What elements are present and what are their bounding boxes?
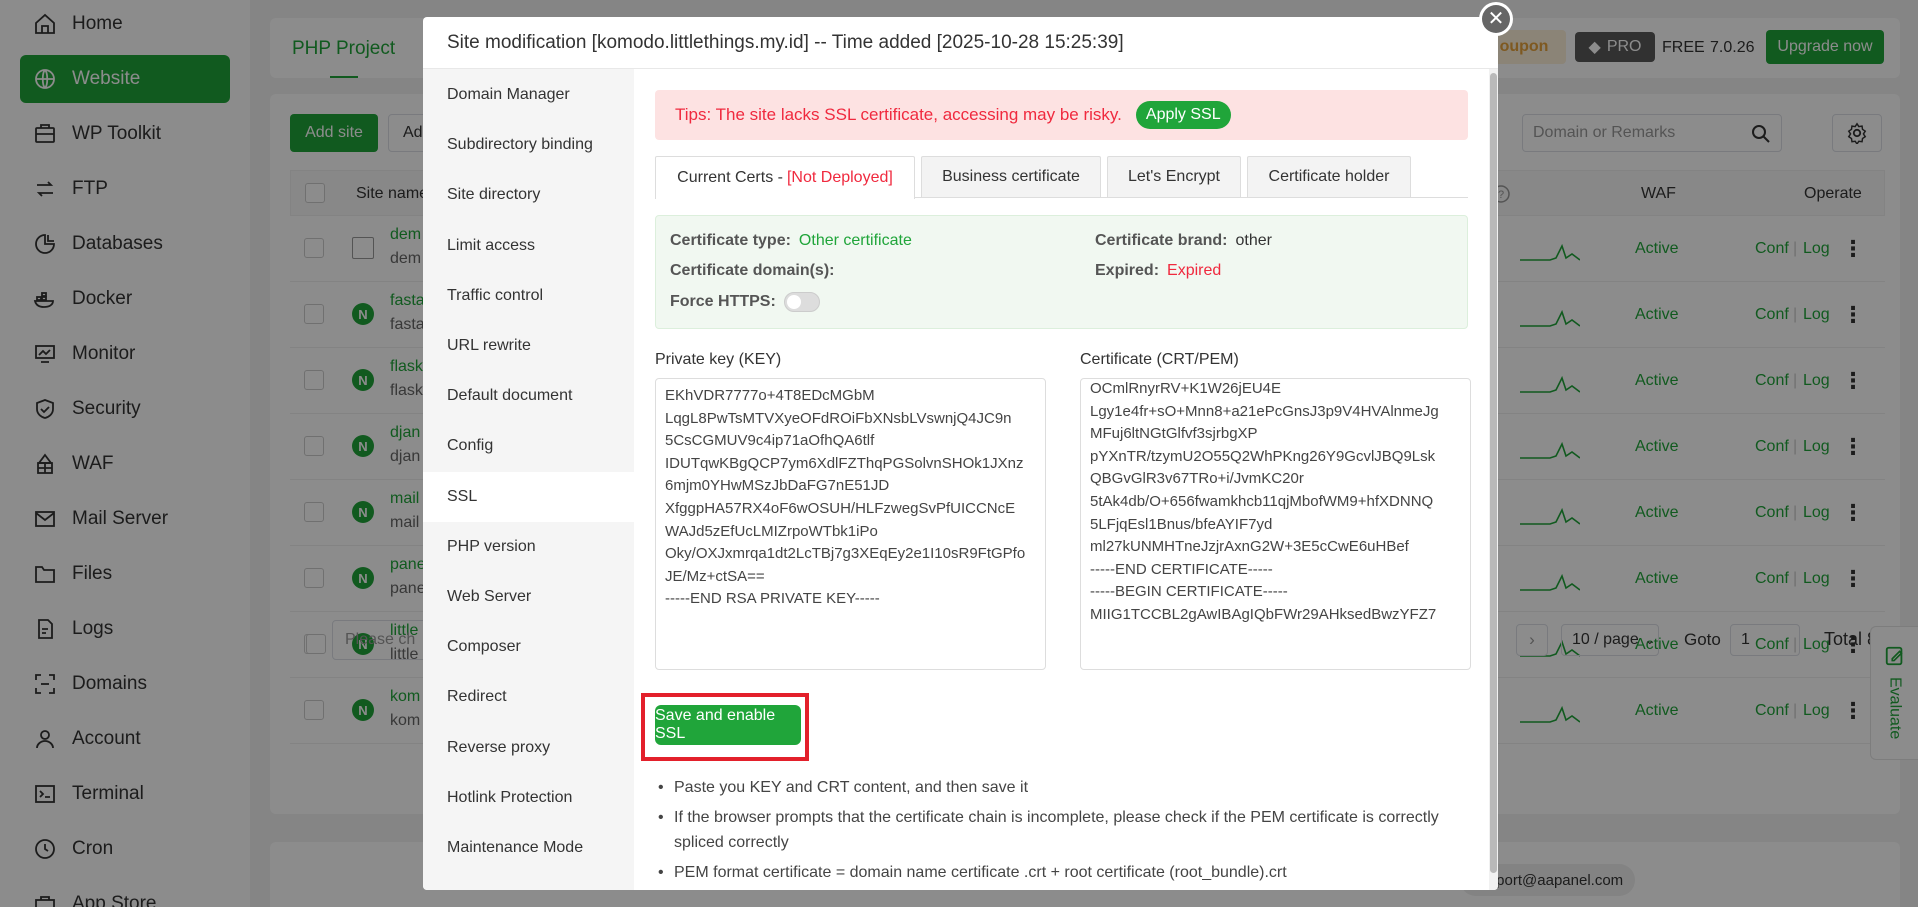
ssl-warning-text: Tips: The site lacks SSL certificate, ac… [675, 105, 1122, 124]
tab-label: Current Certs - [677, 169, 783, 186]
certificate-line: MIIG1TCCBL2gAwIBAgIQbFWr29AHksedBwzYFZ7 [1090, 605, 1437, 623]
help-item: Paste you KEY and CRT content, and then … [656, 775, 1466, 800]
menu-item-traffic-control[interactable]: Traffic control [423, 271, 634, 321]
key-line: IDUTqwKBgQCP7ym6XdlFZThqPGSolvnSHOk1JXnz [665, 454, 1024, 472]
certificate-line: pYXnTR/tzymU2O55Q2WhPKng26Y9GcvlJBQ9Lsk [1090, 447, 1436, 465]
expired-label: Expired: [1095, 262, 1160, 279]
ssl-help-list: Paste you KEY and CRT content, and then … [656, 775, 1466, 890]
ssl-panel: Tips: The site lacks SSL certificate, ac… [634, 69, 1498, 890]
certificate-label: Certificate (CRT/PEM) [1080, 351, 1239, 368]
menu-item-php-version[interactable]: PHP version [423, 522, 634, 572]
certificate-tabs: Current Certs - [Not Deployed] Business … [655, 156, 1468, 199]
save-and-enable-ssl-button[interactable]: Save and enable SSL [655, 705, 801, 745]
menu-item-hotlink-protection[interactable]: Hotlink Protection [423, 773, 634, 823]
dialog-scrollbar-thumb[interactable] [1490, 73, 1497, 873]
certificate-line: MFuj6ltNGtGlfvf3sjrbgXP [1090, 425, 1258, 443]
menu-item-subdirectory-binding[interactable]: Subdirectory binding [423, 120, 634, 170]
certificate-line: -----END CERTIFICATE----- [1090, 560, 1273, 578]
menu-item-domain-manager[interactable]: Domain Manager [423, 70, 634, 120]
apply-ssl-button[interactable]: Apply SSL [1135, 101, 1231, 129]
tab-certificate-holder[interactable]: Certificate holder [1247, 156, 1411, 197]
private-key-textarea[interactable]: EKhVDR7777o+4T8EDcMGbM LqgL8PwTsMTVXyeOFd… [655, 378, 1046, 670]
menu-item-maintenance-mode[interactable]: Maintenance Mode [423, 823, 634, 873]
private-key-label: Private key (KEY) [655, 351, 782, 368]
tab-business-certificate[interactable]: Business certificate [921, 156, 1101, 197]
certificate-line: Lgy1e4fr+sO+Mnn8+a21ePcGnsJ3p9V4HVAlnmeJ… [1090, 402, 1439, 420]
key-line: 6mjm0YHwMSzJbDaFG7nE51JD [665, 477, 890, 495]
expired-value: Expired [1167, 262, 1222, 279]
cert-brand-value: other [1235, 232, 1272, 249]
key-line: JE/Mz+ctSA== [665, 567, 765, 585]
menu-item-config[interactable]: Config [423, 421, 634, 471]
dialog-side-menu: Domain Manager Subdirectory binding Site d… [423, 69, 634, 890]
certificate-line: OCmlRnyrRV+K1W26jEU4E [1090, 380, 1282, 397]
certificate-line: 5tAk4db/O+656fwamkhcb11qjMbofWM9+hfXDNNQ [1090, 492, 1434, 510]
dialog-title: Site modification [komodo.littlethings.m… [423, 17, 1498, 69]
certificate-line: 5LFjqEsl1Bnus/bfeAYIF7yd [1090, 515, 1273, 533]
certificate-line: ml27kUNMHTneJzjrAxnG2W+3E5cCwE6uHBef [1090, 538, 1409, 556]
menu-item-limit-access[interactable]: Limit access [423, 221, 634, 271]
force-https-label: Force HTTPS: [670, 293, 776, 310]
tab-current-certs[interactable]: Current Certs - [Not Deployed] [655, 156, 915, 199]
close-dialog-button[interactable]: ✕ [1479, 2, 1513, 36]
key-line: -----END RSA PRIVATE KEY----- [665, 590, 880, 608]
menu-item-ssl[interactable]: SSL [423, 471, 634, 522]
key-line: EKhVDR7777o+4T8EDcMGbM [665, 387, 875, 404]
cert-domain-label: Certificate domain(s): [670, 262, 835, 279]
cert-type-label: Certificate type: [670, 232, 791, 249]
certificate-textarea[interactable]: OCmlRnyrRV+K1W26jEU4E Lgy1e4fr+sO+Mnn8+a2… [1080, 378, 1471, 670]
ssl-warning-banner: Tips: The site lacks SSL certificate, ac… [655, 90, 1468, 140]
certificate-line: -----BEGIN CERTIFICATE----- [1090, 583, 1288, 601]
key-line: LqgL8PwTsMTVXyeOFdROiFbXNsbLVswnjQ4JC9n [665, 409, 1012, 427]
menu-item-default-document[interactable]: Default document [423, 371, 634, 421]
site-modification-dialog: Site modification [komodo.littlethings.m… [423, 17, 1498, 890]
key-line: WAJd5zEfUcLMIZrpoWTbk1iPo [665, 522, 878, 540]
cert-type-value: Other certificate [798, 232, 912, 249]
help-item: PEM format certificate = domain name cer… [656, 860, 1466, 885]
key-line: XfggpHA57RX4oF6wOSUH/HLFzwegSvPfUICCNcE [665, 499, 1016, 517]
key-line: Oky/OXJxmrqa1dt2LcTBj7g3XEqEy2e1I10sR9Ft… [665, 545, 1026, 563]
certificate-info-box: Certificate type: Other certificate Cert… [655, 215, 1468, 329]
help-item: If the browser prompts that the certific… [656, 805, 1466, 855]
menu-item-reverse-proxy[interactable]: Reverse proxy [423, 723, 634, 773]
not-deployed-label: [Not Deployed] [786, 169, 893, 186]
tab-lets-encrypt[interactable]: Let's Encrypt [1107, 156, 1241, 197]
close-icon: ✕ [1482, 5, 1510, 33]
key-line: 5CsCGMUV9c4ip71aOfhQA6tlf [665, 432, 875, 450]
menu-item-url-rewrite[interactable]: URL rewrite [423, 321, 634, 371]
cert-brand-label: Certificate brand: [1095, 232, 1228, 249]
force-https-toggle[interactable] [783, 292, 820, 312]
menu-item-web-server[interactable]: Web Server [423, 572, 634, 622]
menu-item-response-log[interactable]: Response Log [423, 873, 634, 890]
menu-item-site-directory[interactable]: Site directory [423, 170, 634, 220]
certificate-line: QBGvGlR3v67TRo+i/JvmKC20r [1090, 470, 1304, 488]
menu-item-redirect[interactable]: Redirect [423, 672, 634, 722]
menu-item-composer[interactable]: Composer [423, 622, 634, 672]
